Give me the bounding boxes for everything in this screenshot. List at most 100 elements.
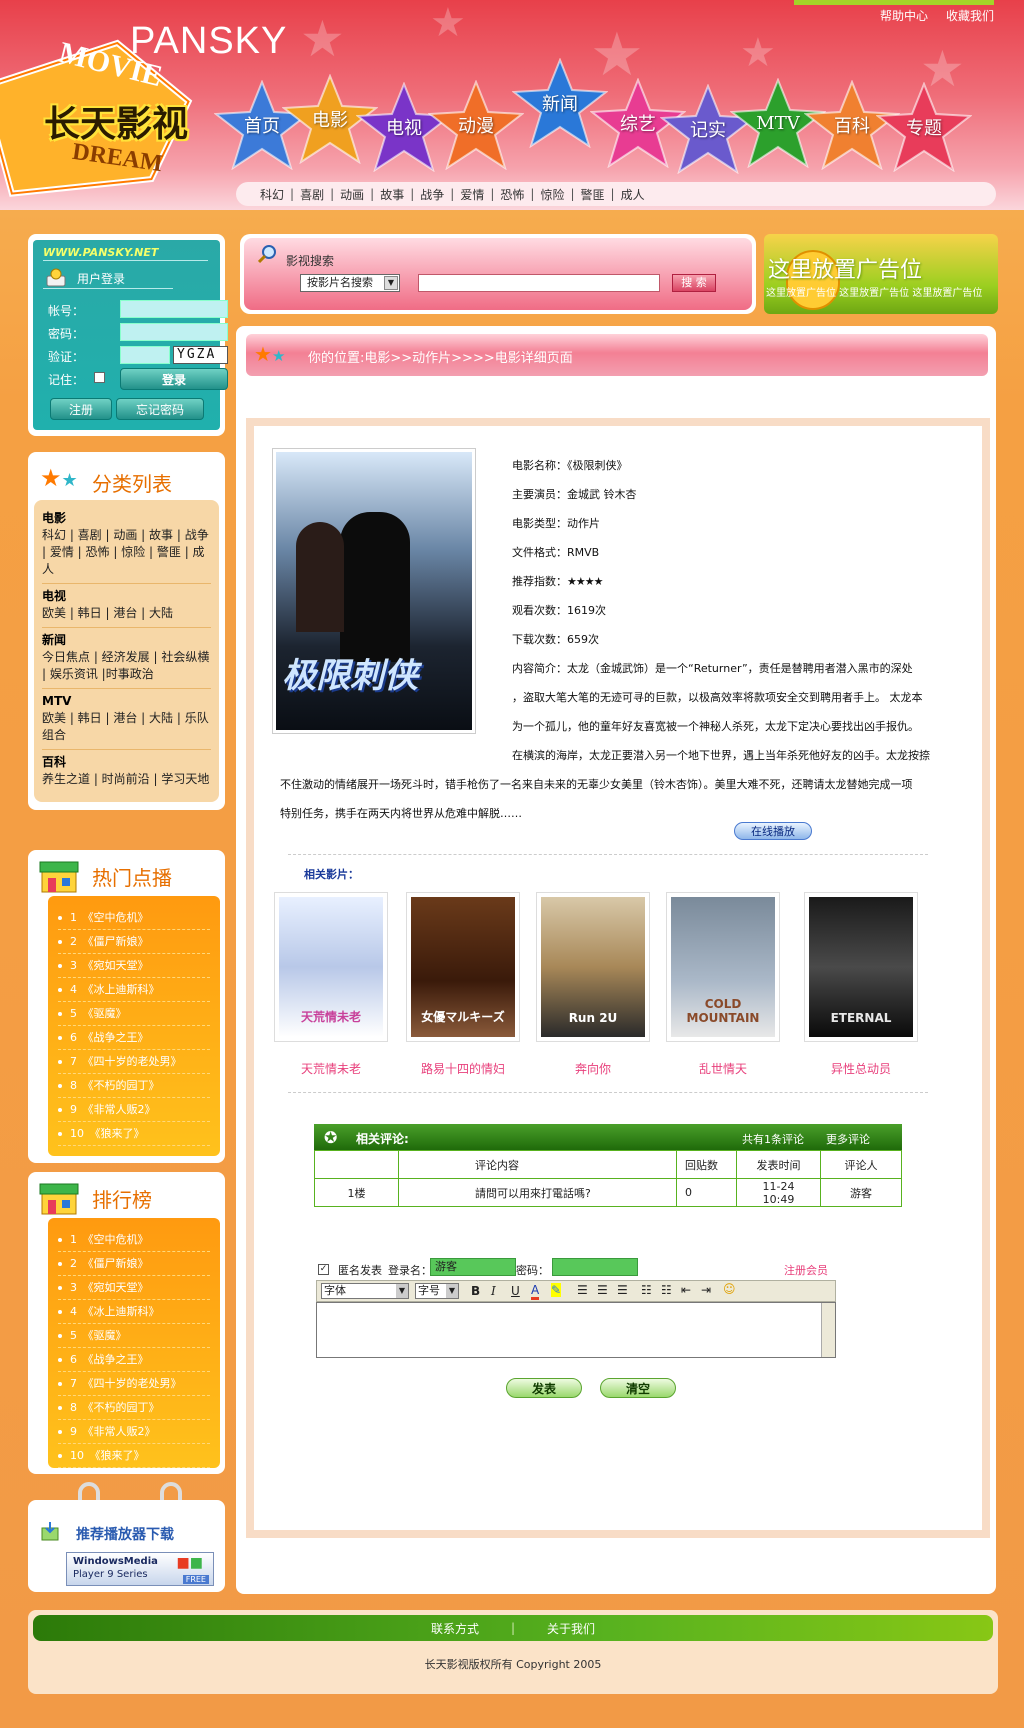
- related-film[interactable]: COLD MOUNTAIN 乱世情天: [666, 892, 780, 1076]
- account-input[interactable]: [120, 300, 228, 318]
- bullet-icon: [58, 1286, 62, 1290]
- list-item[interactable]: 10 《狼来了》: [58, 1444, 210, 1468]
- play-online-button[interactable]: 在线播放: [734, 822, 812, 840]
- bullet-icon: [58, 988, 62, 992]
- nav-item-special[interactable]: 专题: [876, 82, 972, 172]
- list-item[interactable]: 9 《非常人贩2》: [58, 1420, 210, 1444]
- genre-link[interactable]: 故事: [380, 186, 404, 203]
- font-select[interactable]: 字体 ▼: [321, 1283, 409, 1299]
- search-button[interactable]: 搜 索: [672, 274, 716, 292]
- search-input[interactable]: [418, 274, 660, 292]
- list-item[interactable]: 6 《战争之王》: [58, 1026, 210, 1050]
- about-link[interactable]: 关于我们: [547, 1620, 595, 1637]
- nav-item-anime[interactable]: 动漫: [428, 80, 524, 170]
- verify-label: 验证：: [48, 350, 85, 364]
- login-button[interactable]: 登录: [120, 368, 228, 390]
- indent-icon[interactable]: ⇥: [701, 1283, 711, 1297]
- category-links[interactable]: 科幻 | 喜剧 | 动画 | 故事 | 战争 | 爱情 | 恐怖 | 惊险 | …: [42, 527, 211, 578]
- account-label: 帐号：: [48, 304, 85, 318]
- more-comments-link[interactable]: 更多评论: [826, 1131, 870, 1147]
- help-link[interactable]: 帮助中心: [880, 7, 928, 24]
- list-item[interactable]: 9 《非常人贩2》: [58, 1098, 210, 1122]
- bold-icon[interactable]: B: [471, 1284, 480, 1298]
- breadcrumb: ★★ 你的位置:电影>>动作片>>>>电影详细页面: [246, 334, 988, 376]
- table-row[interactable]: 1楼 請問可以用來打電話嗎? 0 11-24 10:49 游客: [314, 1178, 902, 1207]
- site-logo[interactable]: 长天影视: [44, 95, 188, 147]
- list-item[interactable]: 2 《僵尸新娘》: [58, 1252, 210, 1276]
- align-right-icon[interactable]: ☰: [617, 1283, 628, 1297]
- list-item[interactable]: 10 《狼来了》: [58, 1122, 210, 1146]
- search-icon: [257, 244, 278, 264]
- highlight-icon[interactable]: ✎: [551, 1283, 562, 1297]
- genre-link[interactable]: 喜剧: [300, 186, 324, 203]
- category-links[interactable]: 欧美 | 韩日 | 港台 | 大陆 | 乐队组合: [42, 710, 211, 744]
- related-film[interactable]: 天荒情未老 天荒情未老: [274, 892, 388, 1076]
- related-film[interactable]: Run 2U 奔向你: [536, 892, 650, 1076]
- category-links[interactable]: 欧美 | 韩日 | 港台 | 大陆: [42, 605, 211, 622]
- list-item[interactable]: 1 《空中危机》: [58, 1228, 210, 1252]
- wmp-download-link[interactable]: WindowsMedia Player 9 Series FREE ■■: [66, 1552, 214, 1586]
- related-film-poster[interactable]: Run 2U: [536, 892, 650, 1042]
- list-item[interactable]: 1 《空中危机》: [58, 906, 210, 930]
- list-item[interactable]: 4 《冰上迪斯科》: [58, 978, 210, 1002]
- ordered-list-icon[interactable]: ☷: [641, 1283, 652, 1297]
- genre-link[interactable]: 战争: [420, 186, 444, 203]
- genre-link[interactable]: 成人: [621, 186, 645, 203]
- register-member-link[interactable]: 注册会员: [784, 1262, 828, 1278]
- genre-link[interactable]: 警匪: [581, 186, 605, 203]
- movie-poster[interactable]: 极限刺侠: [272, 448, 476, 734]
- related-film-poster[interactable]: 女優マルキーズ: [406, 892, 520, 1042]
- related-film-title[interactable]: 乱世情天: [643, 1060, 803, 1077]
- align-left-icon[interactable]: ☰: [577, 1283, 588, 1297]
- list-item[interactable]: 2 《僵尸新娘》: [58, 930, 210, 954]
- list-item[interactable]: 3 《宛如天堂》: [58, 1276, 210, 1300]
- italic-icon[interactable]: I: [491, 1284, 496, 1298]
- size-select[interactable]: 字号 ▼: [415, 1283, 459, 1299]
- outdent-icon[interactable]: ⇤: [681, 1283, 691, 1297]
- comment-password-input[interactable]: [552, 1258, 638, 1276]
- related-film-poster[interactable]: 天荒情未老: [274, 892, 388, 1042]
- list-item[interactable]: 4 《冰上迪斯科》: [58, 1300, 210, 1324]
- genre-link[interactable]: 科幻: [260, 186, 284, 203]
- register-button[interactable]: 注册: [50, 398, 112, 420]
- related-film[interactable]: 女優マルキーズ 路易十四的情妇: [406, 892, 520, 1076]
- login-name-input[interactable]: 游客: [430, 1258, 516, 1276]
- clear-button[interactable]: 清空: [600, 1378, 676, 1398]
- list-item[interactable]: 5 《驱魔》: [58, 1002, 210, 1026]
- anonymous-checkbox[interactable]: ✓: [318, 1264, 329, 1275]
- genre-link[interactable]: 惊险: [540, 186, 564, 203]
- related-film-poster[interactable]: COLD MOUNTAIN: [666, 892, 780, 1042]
- genre-link[interactable]: 动画: [340, 186, 364, 203]
- category-links[interactable]: 养生之道 | 时尚前沿 | 学习天地: [42, 771, 211, 788]
- bookmark-link[interactable]: 收藏我们: [946, 7, 994, 24]
- forgot-password-button[interactable]: 忘记密码: [116, 398, 204, 420]
- list-item-label: 10 《狼来了》: [70, 1449, 145, 1462]
- remember-checkbox[interactable]: [94, 372, 105, 383]
- genre-link[interactable]: 恐怖: [500, 186, 524, 203]
- unordered-list-icon[interactable]: ☷: [661, 1283, 672, 1297]
- related-film-poster[interactable]: ETERNAL: [804, 892, 918, 1042]
- category-links[interactable]: 今日焦点 | 经济发展 | 社会纵横 | 娱乐资讯 |时事政治: [42, 649, 211, 683]
- align-center-icon[interactable]: ☰: [597, 1283, 608, 1297]
- list-item[interactable]: 8 《不朽的园丁》: [58, 1396, 210, 1420]
- underline-icon[interactable]: U: [511, 1284, 520, 1298]
- submit-comment-button[interactable]: 发表: [506, 1378, 582, 1398]
- verify-input[interactable]: [120, 346, 170, 364]
- search-type-select[interactable]: 按影片名搜索 ▼: [300, 274, 400, 292]
- related-film[interactable]: ETERNAL 异性总动员: [804, 892, 918, 1076]
- list-item[interactable]: 8 《不朽的园丁》: [58, 1074, 210, 1098]
- list-item[interactable]: 7 《四十岁的老处男》: [58, 1372, 210, 1396]
- list-item[interactable]: 5 《驱魔》: [58, 1324, 210, 1348]
- contact-link[interactable]: 联系方式: [431, 1620, 479, 1637]
- list-item[interactable]: 6 《战争之王》: [58, 1348, 210, 1372]
- comment-textarea[interactable]: [316, 1302, 836, 1358]
- list-item[interactable]: 7 《四十岁的老处男》: [58, 1050, 210, 1074]
- emoticon-icon[interactable]: ☺: [723, 1282, 736, 1296]
- ad-banner[interactable]: 这里放置广告位 这里放置广告位 这里放置广告位 这里放置广告位: [764, 234, 998, 314]
- list-item[interactable]: 3 《宛如天堂》: [58, 954, 210, 978]
- genre-link[interactable]: 爱情: [460, 186, 484, 203]
- related-film-title[interactable]: 异性总动员: [781, 1060, 941, 1077]
- font-color-icon[interactable]: A: [531, 1283, 540, 1300]
- scrollbar[interactable]: [821, 1303, 835, 1357]
- password-input[interactable]: [120, 323, 228, 341]
